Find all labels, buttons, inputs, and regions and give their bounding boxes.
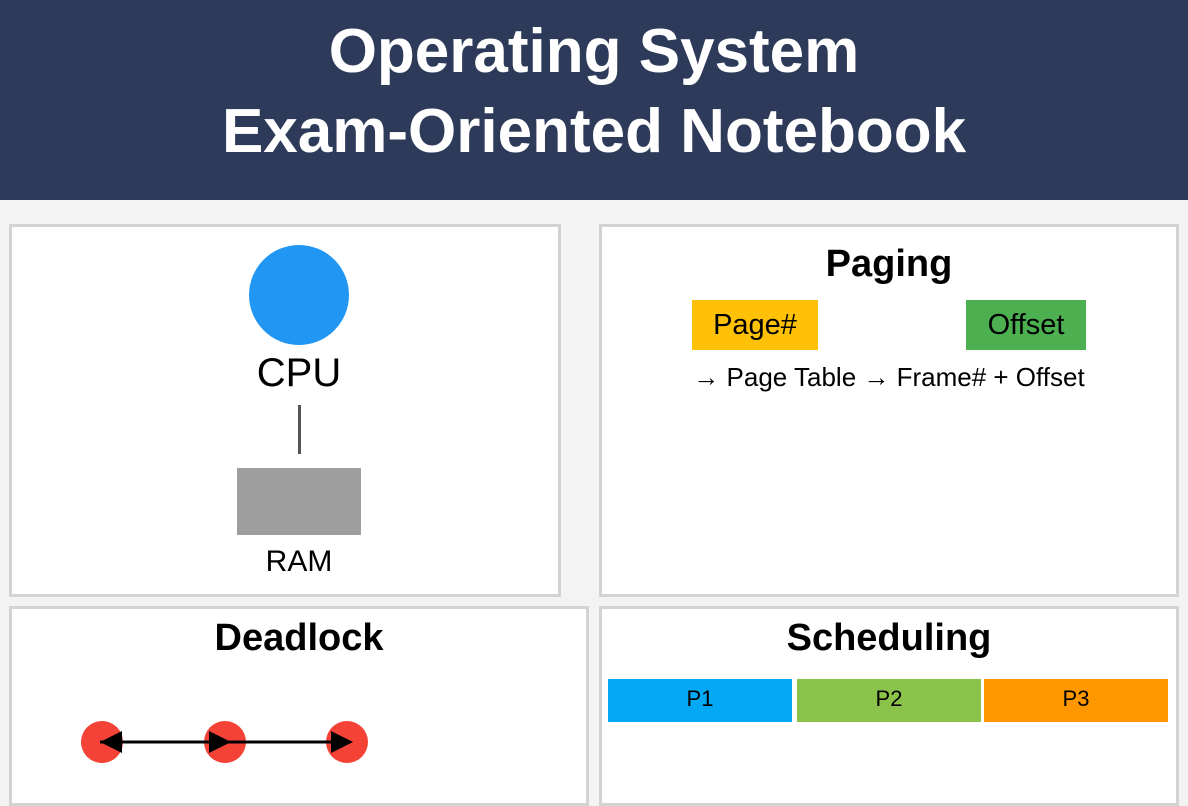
page-header: Operating System Exam-Oriented Notebook: [0, 0, 1188, 200]
scheduling-panel: Scheduling P1 P2 P3: [599, 606, 1179, 806]
gantt-block-p1: P1: [608, 679, 792, 722]
offset-chip: Offset: [966, 300, 1086, 350]
page-title-line-1: Operating System: [328, 17, 860, 86]
cpu-label: CPU: [256, 351, 342, 395]
ram-node: [237, 468, 361, 535]
gantt-block-p2: P2: [797, 679, 981, 722]
page-number-chip: Page#: [692, 300, 818, 350]
gantt-block-p3: P3: [984, 679, 1168, 722]
paging-title: Paging: [825, 243, 953, 285]
page-title-line-2: Exam-Oriented Notebook: [221, 97, 967, 166]
paging-flow-text: → Page Table → Frame# + Offset: [693, 362, 1085, 392]
deadlock-panel: Deadlock: [9, 606, 589, 806]
deadlock-edge-2-3: [227, 731, 353, 753]
deadlock-graph: [81, 721, 368, 763]
cpu-node: [249, 245, 349, 345]
ram-label: RAM: [265, 545, 333, 578]
paging-panel: Paging Page# Offset → Page Table → Frame…: [599, 224, 1179, 597]
cpu-ram-panel: CPU RAM: [9, 224, 561, 597]
cpu-ram-connector: [298, 405, 301, 454]
scheduling-title: Scheduling: [786, 617, 992, 659]
deadlock-edge-1-2: [100, 731, 231, 753]
